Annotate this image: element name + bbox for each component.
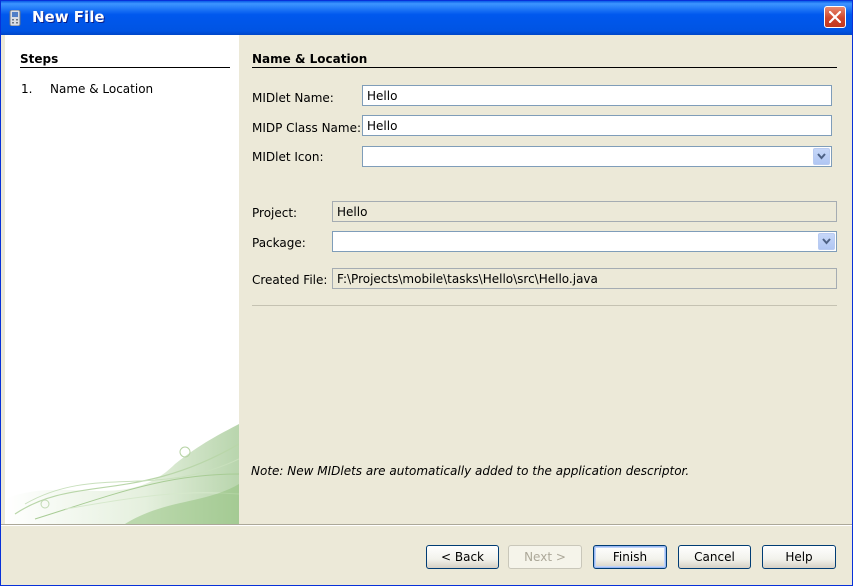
midlet-icon-label: MIDlet Icon:: [252, 150, 324, 164]
midp-class-name-label: MIDP Class Name:: [252, 121, 362, 135]
close-icon: [829, 11, 841, 23]
chevron-down-icon: [822, 238, 831, 245]
steps-panel: Steps 1. Name & Location: [5, 35, 239, 524]
midp-class-name-input[interactable]: Hello: [362, 115, 832, 136]
decorative-wave-graphic: [5, 424, 239, 524]
form-separator: [252, 305, 837, 306]
close-button[interactable]: [824, 6, 846, 28]
cancel-button[interactable]: Cancel: [678, 545, 751, 569]
finish-button[interactable]: Finish: [593, 545, 667, 569]
package-dropdown-button[interactable]: [818, 233, 835, 250]
help-button[interactable]: Help: [762, 545, 836, 569]
step-label-name-location: Name & Location: [50, 82, 154, 96]
footer-divider-highlight: [1, 525, 852, 526]
created-file-field: F:\Projects\mobile\tasks\Hello\src\Hello…: [332, 268, 837, 289]
package-combo[interactable]: [332, 231, 837, 252]
midlet-name-input[interactable]: Hello: [362, 85, 832, 106]
midlet-icon-combo[interactable]: [362, 146, 832, 167]
steps-divider: [20, 67, 230, 68]
midlet-name-label: MIDlet Name:: [252, 91, 334, 105]
section-title: Name & Location: [252, 52, 368, 66]
project-label: Project:: [252, 206, 298, 220]
project-field: Hello: [332, 201, 837, 222]
created-file-label: Created File:: [252, 273, 328, 287]
back-button[interactable]: < Back: [426, 545, 499, 569]
form-panel: Name & Location MIDlet Name: Hello MIDP …: [239, 35, 852, 524]
midlet-icon-dropdown-button[interactable]: [813, 148, 830, 165]
window-title: New File: [32, 8, 105, 26]
steps-heading: Steps: [20, 52, 59, 66]
title-bar[interactable]: New File: [1, 1, 852, 35]
package-label: Package:: [252, 236, 306, 250]
next-button[interactable]: Next >: [508, 545, 582, 569]
chevron-down-icon: [817, 153, 826, 160]
step-number: 1.: [21, 82, 33, 96]
note-text: Note: New MIDlets are automatically adde…: [251, 464, 690, 478]
section-divider: [252, 67, 837, 68]
phone-icon: [9, 9, 21, 27]
new-file-dialog: New File Steps 1. Name & Location Name &…: [0, 0, 853, 586]
